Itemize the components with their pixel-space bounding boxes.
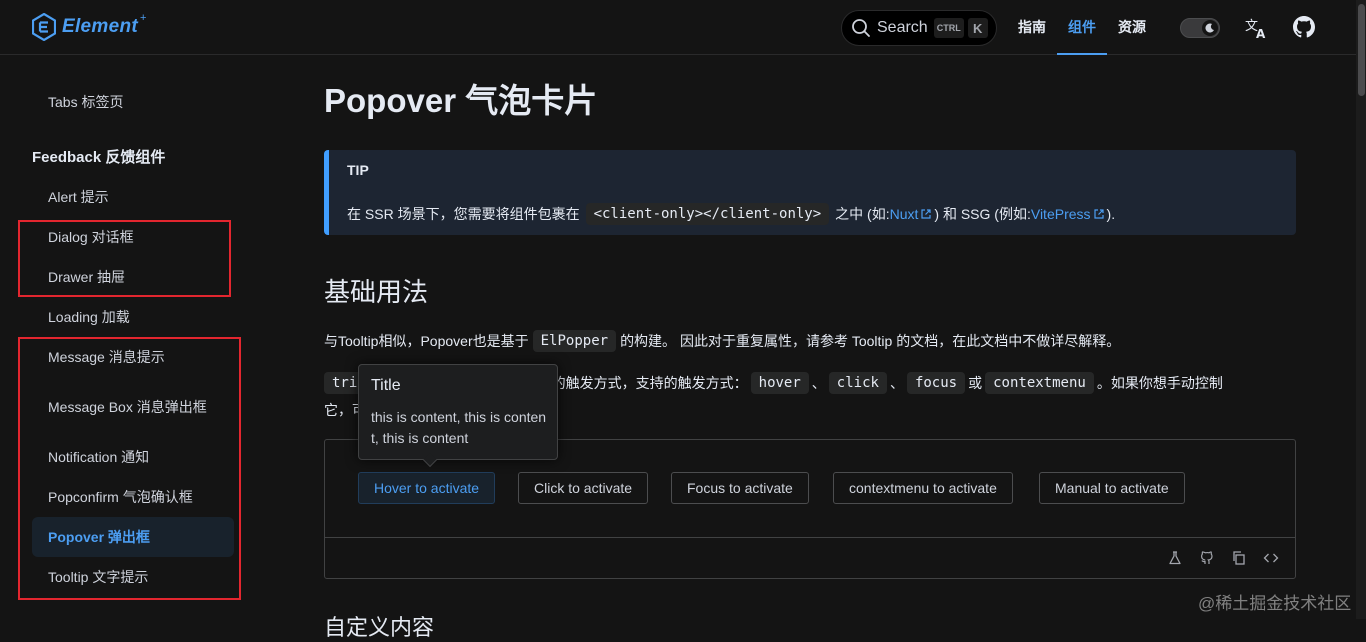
tip-title: TIP bbox=[347, 162, 369, 178]
popover-content: this is content, this is content, this i… bbox=[371, 409, 547, 446]
tip-text: 在 SSR 场景下，您需要将组件包裹在 <client-only></clien… bbox=[347, 203, 1115, 225]
separator: 、 bbox=[889, 375, 904, 391]
click-code: click bbox=[828, 372, 887, 394]
popover-card: Title this is content, this is content, … bbox=[358, 364, 558, 468]
ctrl-key-hint: CTRL bbox=[933, 18, 964, 38]
nav-resources[interactable]: 资源 bbox=[1107, 0, 1157, 55]
highlight-box-dialog-drawer bbox=[18, 220, 231, 297]
click-activate-button[interactable]: Click to activate bbox=[518, 472, 649, 504]
tip-text-before: 在 SSR 场景下，您需要将组件包裹在 bbox=[347, 206, 580, 222]
demo-block: Hover to activate Click to activate Focu… bbox=[324, 439, 1296, 579]
page-title: Popover 气泡卡片 bbox=[324, 82, 598, 119]
demo-toolbar bbox=[1167, 550, 1279, 566]
watermark: @稀土掘金技术社区 bbox=[1198, 594, 1352, 613]
sidebar-item-tabs[interactable]: Tabs 标签页 bbox=[32, 82, 234, 122]
element-logo[interactable]: Element + bbox=[32, 12, 150, 41]
para1-before: 与Tooltip相似，Popover也是基于 bbox=[324, 333, 529, 349]
elpopper-code: ElPopper bbox=[532, 330, 617, 352]
nav-guide[interactable]: 指南 bbox=[1007, 0, 1057, 55]
nuxt-link[interactable]: Nuxt bbox=[890, 206, 919, 222]
svg-text:A: A bbox=[1256, 27, 1266, 40]
top-header: Element + Search CTRL K 指南 组件 资源 文 A bbox=[0, 0, 1366, 55]
contextmenu-activate-button[interactable]: contextmenu to activate bbox=[833, 472, 1013, 504]
demo-divider bbox=[325, 537, 1295, 538]
playground-flask-icon[interactable] bbox=[1167, 550, 1183, 566]
highlight-box-message-tooltip bbox=[18, 337, 241, 600]
search-icon bbox=[852, 19, 870, 37]
contextmenu-code: contextmenu bbox=[985, 372, 1094, 394]
logo-plus: + bbox=[140, 12, 147, 24]
manual-activate-button[interactable]: Manual to activate bbox=[1039, 472, 1185, 504]
top-nav: 指南 组件 资源 bbox=[1007, 0, 1157, 55]
github-edit-icon[interactable] bbox=[1199, 550, 1215, 566]
page-scrollbar[interactable] bbox=[1356, 0, 1366, 619]
copy-icon[interactable] bbox=[1231, 550, 1247, 566]
external-link-icon bbox=[1093, 209, 1104, 219]
sidebar-group-feedback: Feedback 反馈组件 bbox=[32, 149, 166, 166]
next-section-heading: 自定义内容 bbox=[324, 615, 435, 640]
tip-text-after: ). bbox=[1106, 206, 1116, 222]
sidebar-item-loading[interactable]: Loading 加载 bbox=[32, 297, 234, 337]
focus-activate-button[interactable]: Focus to activate bbox=[671, 472, 809, 504]
search-button[interactable]: Search CTRL K bbox=[841, 10, 997, 46]
tip-text-middle2: ) 和 SSG (例如: bbox=[934, 206, 1031, 222]
vitepress-link[interactable]: VitePress bbox=[1031, 206, 1091, 222]
intro-paragraph: 与Tooltip相似，Popover也是基于 ElPopper 的构建。 因此对… bbox=[324, 330, 1120, 352]
language-icon[interactable]: 文 A bbox=[1244, 16, 1268, 40]
sidebar-item-alert[interactable]: Alert 提示 bbox=[32, 177, 234, 217]
k-key-hint: K bbox=[967, 18, 988, 38]
scrollbar-thumb[interactable] bbox=[1358, 4, 1365, 96]
search-label: Search bbox=[877, 19, 928, 36]
para1-after: 的构建。 因此对于重复属性，请参考 Tooltip 的文档，在此文档中不做详尽解… bbox=[620, 333, 1121, 349]
section-title-basic-usage: 基础用法 bbox=[324, 277, 429, 307]
nav-components[interactable]: 组件 bbox=[1057, 0, 1107, 55]
popover-title: Title bbox=[371, 377, 401, 394]
dark-mode-toggle[interactable] bbox=[1180, 18, 1220, 38]
element-logo-icon bbox=[32, 13, 56, 41]
or-text: 或 bbox=[968, 375, 983, 391]
hover-activate-button[interactable]: Hover to activate bbox=[358, 472, 496, 504]
focus-code: focus bbox=[906, 372, 966, 394]
moon-icon bbox=[1202, 20, 1218, 36]
tip-text-middle: 之中 (如: bbox=[835, 206, 890, 222]
logo-text: Element bbox=[62, 16, 139, 37]
separator: 、 bbox=[811, 375, 826, 391]
hover-code: hover bbox=[750, 372, 809, 394]
tip-code: <client-only></client-only> bbox=[585, 203, 830, 225]
para2-mid: er 的触发方式，支持的触发方式： bbox=[535, 375, 748, 391]
external-link-icon bbox=[921, 209, 932, 219]
tip-box: TIP 在 SSR 场景下，您需要将组件包裹在 <client-only></c… bbox=[324, 150, 1296, 235]
github-icon[interactable] bbox=[1293, 16, 1315, 38]
para2-after: 。如果你想手动控制 bbox=[1096, 375, 1223, 391]
view-source-icon[interactable] bbox=[1263, 550, 1279, 566]
